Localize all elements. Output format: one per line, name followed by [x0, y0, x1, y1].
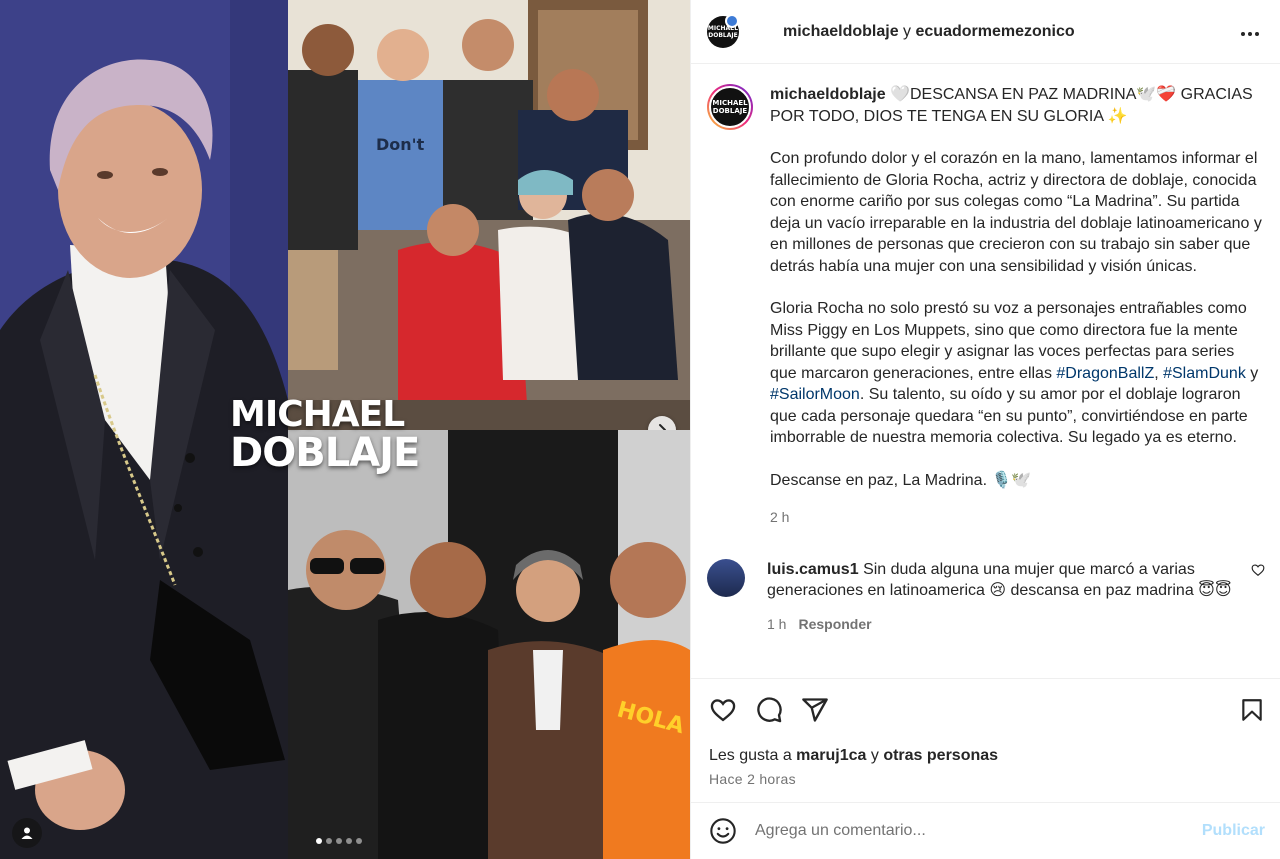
emoji-smile-icon	[710, 818, 736, 844]
likes-prefix: Les gusta a	[709, 747, 797, 764]
brand-watermark: MICHAEL DOBLAJE	[230, 394, 420, 476]
shirt-print-text: Don't	[376, 135, 425, 154]
heart-icon	[710, 699, 736, 722]
caption-paragraph-3: Descanse en paz, La Madrina. 🎙️🕊️	[770, 471, 1032, 489]
likes-connector: y	[866, 747, 884, 764]
carousel-dot	[336, 838, 342, 844]
comment-button[interactable]	[755, 696, 783, 724]
caption-timestamp[interactable]: 2 h	[770, 507, 1264, 529]
other-likers-link[interactable]: otras personas	[883, 747, 998, 764]
carousel-dot	[356, 838, 362, 844]
photo-group-backstage: HOLA	[288, 430, 690, 859]
bookmark-icon	[1242, 699, 1262, 721]
comment-item: luis.camus1 Sin duda alguna una mujer qu…	[707, 558, 1265, 636]
reply-button[interactable]: Responder	[798, 616, 871, 632]
save-button[interactable]	[1239, 696, 1265, 724]
hashtag-separator: y	[1245, 364, 1259, 382]
post-header: MICHAEL DOBLAJE michaeldoblaje y ecuadorm…	[691, 0, 1280, 64]
caption-body: michaeldoblaje 🤍DESCANSA EN PAZ MADRINA🕊…	[770, 84, 1264, 529]
caption-paragraph-1: Con profundo dolor y el corazón en la ma…	[770, 150, 1262, 275]
comment-like-button[interactable]	[1251, 563, 1265, 582]
more-horizontal-icon	[1241, 32, 1259, 36]
post-authors: michaeldoblaje y ecuadormemezonico	[783, 23, 1075, 41]
watermark-line-2: DOBLAJE	[230, 430, 420, 476]
carousel-dot	[346, 838, 352, 844]
tagged-users-button[interactable]	[12, 818, 42, 848]
heart-icon	[1251, 563, 1265, 576]
share-button[interactable]	[801, 696, 829, 724]
collaborator-username[interactable]: ecuadormemezonico	[916, 23, 1075, 40]
caption-paragraph-2: Gloria Rocha no solo prestó su voz a per…	[770, 298, 1264, 449]
hashtag-separator: ,	[1154, 364, 1164, 382]
comment-body: luis.camus1 Sin duda alguna una mujer qu…	[767, 559, 1237, 636]
comment-meta: 1 h Responder	[767, 614, 1237, 636]
comments-scroll-area[interactable]: MICHAEL DOBLAJE michaeldoblaje 🤍DESCANSA …	[691, 66, 1280, 678]
post-caption: MICHAEL DOBLAJE michaeldoblaje 🤍DESCANSA …	[707, 84, 1265, 529]
likes-summary: Les gusta a maruj1ca y otras personas	[709, 747, 1265, 765]
post-time-ago[interactable]: Hace 2 horas	[709, 771, 1265, 787]
post-comment-button[interactable]: Publicar	[1202, 822, 1265, 840]
commenter-username[interactable]: luis.camus1	[767, 561, 859, 578]
comment-timestamp[interactable]: 1 h	[767, 616, 786, 632]
carousel-indicator	[316, 838, 362, 844]
authors-connector: y	[903, 22, 912, 40]
hashtag-sailormoon[interactable]: #SailorMoon	[770, 386, 860, 403]
chevron-right-icon	[659, 424, 666, 430]
group-photo-illustration: Don't	[288, 0, 690, 430]
backstage-photo-illustration: HOLA	[288, 430, 690, 859]
more-options-button[interactable]	[1236, 17, 1264, 46]
add-comment-bar: Publicar	[691, 802, 1280, 859]
avatar-logo-text: MICHAEL DOBLAJE	[709, 86, 751, 128]
post-media-carousel[interactable]: Don't HOLA MICHAEL DOBLAJE	[0, 0, 690, 859]
hashtag-slamdunk[interactable]: #SlamDunk	[1163, 365, 1246, 382]
collaborator-avatar[interactable]	[725, 14, 739, 28]
emoji-picker-button[interactable]	[709, 817, 737, 845]
hashtag-dragonballz[interactable]: #DragonBallZ	[1056, 365, 1154, 382]
like-button[interactable]	[709, 696, 737, 724]
photo-group-living-room: Don't	[288, 0, 690, 430]
liker-username[interactable]: maruj1ca	[796, 747, 866, 764]
user-icon	[21, 827, 33, 839]
carousel-dot	[326, 838, 332, 844]
post-actions-section: Les gusta a maruj1ca y otras personas Ha…	[691, 678, 1280, 787]
author-username[interactable]: michaeldoblaje	[783, 23, 899, 40]
caption-author-avatar[interactable]: MICHAEL DOBLAJE	[707, 84, 753, 130]
action-bar	[709, 695, 1265, 725]
watermark-line-1: MICHAEL	[230, 394, 405, 435]
carousel-dot	[316, 838, 322, 844]
comment-bubble-icon	[757, 697, 782, 723]
paper-plane-icon	[802, 698, 828, 722]
post-details-panel: MICHAEL DOBLAJE michaeldoblaje y ecuadorm…	[690, 0, 1280, 859]
commenter-avatar[interactable]	[707, 558, 745, 597]
caption-username[interactable]: michaeldoblaje	[770, 86, 886, 103]
caption-headline-line: michaeldoblaje 🤍DESCANSA EN PAZ MADRINA🕊…	[770, 84, 1264, 127]
comment-input[interactable]	[755, 822, 1192, 840]
